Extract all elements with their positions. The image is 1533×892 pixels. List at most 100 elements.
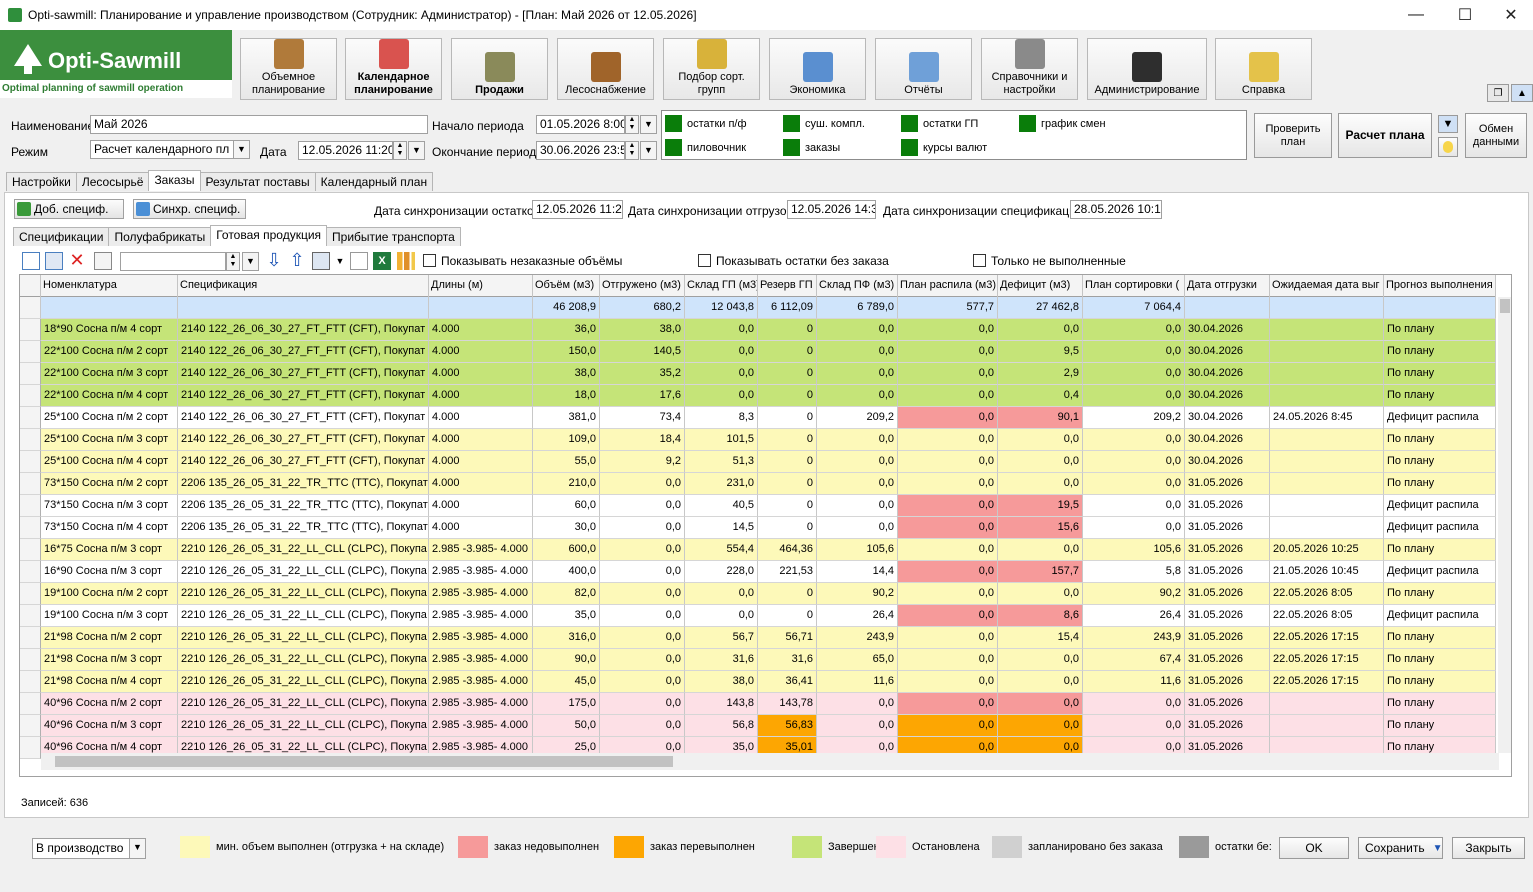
timber-supply-button[interactable]: Лесоснабжение <box>557 38 654 100</box>
row-selector[interactable] <box>20 385 41 407</box>
table-row[interactable]: 25*100 Сосна п/м 4 сорт 2140 122_26_06_30… <box>20 451 1496 473</box>
row-selector[interactable] <box>20 605 41 627</box>
table-row[interactable]: 19*100 Сосна п/м 2 сорт 2210 126_26_05_31… <box>20 583 1496 605</box>
table-row[interactable]: 22*100 Сосна п/м 4 сорт 2140 122_26_06_30… <box>20 385 1496 407</box>
administration-button[interactable]: Администрирование <box>1087 38 1207 100</box>
check-plan-button[interactable]: Проверить план <box>1254 113 1332 158</box>
column-header[interactable]: Дефицит (м3) <box>998 275 1083 297</box>
status-dropdown-icon[interactable]: ▼ <box>129 838 146 859</box>
horizontal-scrollbar[interactable] <box>41 753 1499 770</box>
column-header[interactable]: Длины (м) <box>429 275 533 297</box>
table-row[interactable]: 40*96 Сосна п/м 3 сорт 2210 126_26_05_31_… <box>20 715 1496 737</box>
chart-icon[interactable] <box>397 252 415 270</box>
table-row[interactable]: 16*75 Сосна п/м 3 сорт 2210 126_26_05_31_… <box>20 539 1496 561</box>
close-form-button[interactable]: Закрыть <box>1452 837 1525 859</box>
row-selector[interactable] <box>20 671 41 693</box>
row-selector[interactable] <box>20 517 41 539</box>
end-spinner[interactable]: ▲ ▼ <box>625 141 639 160</box>
row-selector[interactable] <box>20 693 41 715</box>
column-header[interactable]: План сортировки ( <box>1083 275 1185 297</box>
table-row[interactable]: 19*100 Сосна п/м 3 сорт 2210 126_26_05_31… <box>20 605 1496 627</box>
row-selector[interactable] <box>20 737 41 759</box>
maximize-button[interactable]: ☐ <box>1442 0 1488 30</box>
volume-planning-button[interactable]: Объемное планирование <box>240 38 337 100</box>
filter-spinner[interactable]: ▲ ▼ <box>226 252 240 271</box>
sub-tab-2[interactable]: Готовая продукция <box>210 225 328 246</box>
start-input[interactable]: 01.05.2026 8:00 <box>536 115 625 134</box>
sync-spec-button[interactable]: Синхр. специф. <box>133 199 246 219</box>
economics-button[interactable]: Экономика <box>769 38 866 100</box>
filter-dropdown-icon[interactable]: ▼ <box>242 252 259 271</box>
columns-dropdown-icon[interactable]: ▼ <box>331 252 349 270</box>
start-dropdown-icon[interactable]: ▼ <box>640 115 657 134</box>
reports-button[interactable]: Отчёты <box>875 38 972 100</box>
row-selector[interactable] <box>20 407 41 429</box>
column-header[interactable]: Резерв ГП <box>758 275 817 297</box>
status-dry-kit[interactable]: суш. компл. <box>783 115 865 132</box>
table-row[interactable]: 73*150 Сосна п/м 2 сорт 2206 135_26_05_31… <box>20 473 1496 495</box>
start-spinner[interactable]: ▲ ▼ <box>625 115 639 134</box>
column-header[interactable]: Отгружено (м3) <box>600 275 685 297</box>
calc-dropdown-icon[interactable]: ▼ <box>1438 115 1458 133</box>
table-row[interactable]: 22*100 Сосна п/м 3 сорт 2140 122_26_06_30… <box>20 363 1496 385</box>
status-shift-schedule[interactable]: график смен <box>1019 115 1106 132</box>
table-row[interactable]: 21*98 Сосна п/м 2 сорт 2210 126_26_05_31_… <box>20 627 1496 649</box>
close-button[interactable]: ✕ <box>1488 0 1533 30</box>
main-tab-3[interactable]: Результат поставы <box>199 172 316 191</box>
columns-icon[interactable] <box>312 252 330 270</box>
new-document-icon[interactable] <box>22 252 40 270</box>
table-row[interactable]: 73*150 Сосна п/м 4 сорт 2206 135_26_05_31… <box>20 517 1496 539</box>
table-row[interactable]: 18*90 Сосна п/м 4 сорт 2140 122_26_06_30_… <box>20 319 1496 341</box>
status-currency-rates[interactable]: курсы валют <box>901 139 987 156</box>
collapse-ribbon-icon[interactable]: ▲ <box>1511 84 1533 102</box>
table-row[interactable]: 25*100 Сосна п/м 3 сорт 2140 122_26_06_30… <box>20 429 1496 451</box>
row-selector[interactable] <box>20 363 41 385</box>
row-selector[interactable] <box>20 649 41 671</box>
status-rest-pf[interactable]: остатки п/ф <box>665 115 747 132</box>
vertical-scrollbar[interactable] <box>1498 297 1511 753</box>
save-button[interactable]: Сохранить ▼ <box>1358 837 1443 859</box>
table-view-icon[interactable] <box>45 252 63 270</box>
add-spec-button[interactable]: Доб. специф. <box>14 199 124 219</box>
name-input[interactable]: Май 2026 <box>90 115 428 134</box>
column-header[interactable]: Ожидаемая дата выг <box>1270 275 1384 297</box>
table-row[interactable]: 22*100 Сосна п/м 2 сорт 2140 122_26_06_30… <box>20 341 1496 363</box>
main-tab-0[interactable]: Настройки <box>6 172 77 191</box>
main-tab-2[interactable]: Заказы <box>148 170 201 191</box>
date-input[interactable]: 12.05.2026 11:20 <box>298 141 393 160</box>
sub-tab-3[interactable]: Прибытие транспорта <box>326 227 461 246</box>
table-row[interactable]: 21*98 Сосна п/м 4 сорт 2210 126_26_05_31_… <box>20 671 1496 693</box>
sales-button[interactable]: Продажи <box>451 38 548 100</box>
only-unfinished-checkbox[interactable] <box>973 254 986 267</box>
end-input[interactable]: 30.06.2026 23:59 <box>536 141 625 160</box>
column-header[interactable]: Дата отгрузки <box>1185 275 1270 297</box>
sub-tab-1[interactable]: Полуфабрикаты <box>108 227 212 246</box>
calculate-plan-button[interactable]: Расчет плана <box>1338 113 1432 158</box>
row-selector[interactable] <box>20 451 41 473</box>
show-unordered-checkbox[interactable] <box>423 254 436 267</box>
blank-page-icon[interactable] <box>350 252 368 270</box>
row-selector[interactable] <box>20 473 41 495</box>
row-selector[interactable] <box>20 495 41 517</box>
row-selector[interactable] <box>20 627 41 649</box>
date-spinner[interactable]: ▲ ▼ <box>393 141 407 160</box>
row-selector[interactable] <box>20 715 41 737</box>
status-select[interactable]: В производство <box>32 838 130 859</box>
minimize-button[interactable]: — <box>1393 0 1439 30</box>
row-selector[interactable] <box>20 561 41 583</box>
table-row[interactable]: 16*90 Сосна п/м 3 сорт 2210 126_26_05_31_… <box>20 561 1496 583</box>
end-dropdown-icon[interactable]: ▼ <box>640 141 657 160</box>
column-header[interactable]: Склад ПФ (м3) <box>817 275 898 297</box>
restore-panel-icon[interactable]: ❐ <box>1487 84 1509 102</box>
row-selector[interactable] <box>20 429 41 451</box>
main-tab-4[interactable]: Календарный план <box>314 172 434 191</box>
move-down-icon[interactable]: ⇩ <box>265 251 283 270</box>
mode-select[interactable]: Расчет календарного пл <box>90 140 234 159</box>
row-selector[interactable] <box>20 583 41 605</box>
excel-icon[interactable]: X <box>373 252 391 270</box>
status-orders[interactable]: заказы <box>783 139 840 156</box>
move-up-icon[interactable]: ⇧ <box>288 251 306 270</box>
table-row[interactable]: 21*98 Сосна п/м 3 сорт 2210 126_26_05_31_… <box>20 649 1496 671</box>
mode-dropdown-icon[interactable]: ▼ <box>233 140 250 159</box>
help-button[interactable]: Справка <box>1215 38 1312 100</box>
